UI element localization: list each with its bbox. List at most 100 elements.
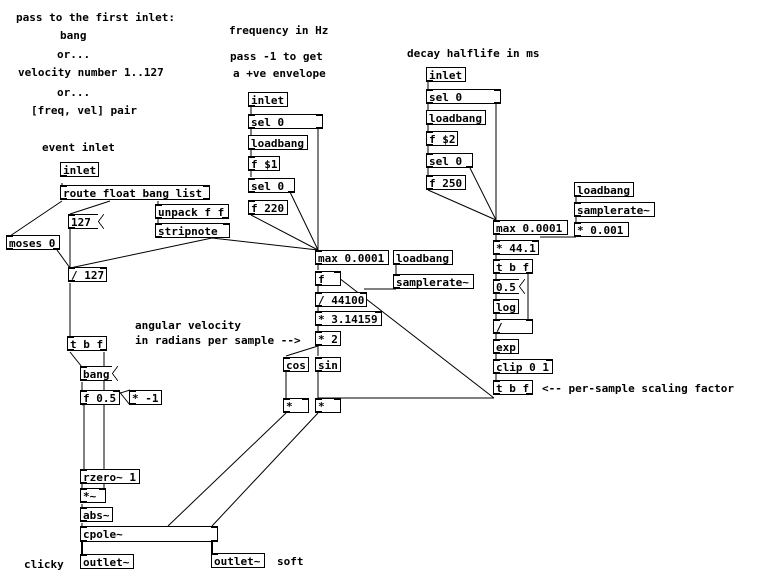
inlet-frequency[interactable]: inlet bbox=[248, 92, 288, 107]
abs-tilde[interactable]: abs~ bbox=[80, 507, 113, 522]
message-bang[interactable]: bang bbox=[80, 366, 118, 381]
pd-patch-canvas[interactable]: pass to the first inlet: bang or... velo… bbox=[0, 0, 765, 579]
inlet-port[interactable] bbox=[315, 271, 322, 273]
float-dollar1[interactable]: f $1 bbox=[248, 156, 280, 171]
multiply-44-1[interactable]: * 44.1 bbox=[493, 240, 539, 255]
route-float-bang-list[interactable]: route float bang list bbox=[60, 185, 210, 200]
message-0-5[interactable]: 0.5 bbox=[493, 279, 525, 294]
inlet-port[interactable] bbox=[211, 526, 218, 528]
inlet-port[interactable] bbox=[334, 398, 341, 400]
outlet-port[interactable] bbox=[426, 166, 433, 168]
outlet-port[interactable] bbox=[129, 403, 136, 405]
inlet-port[interactable] bbox=[316, 114, 323, 116]
multiply-signal[interactable]: *~ bbox=[80, 488, 106, 503]
inlet-port[interactable] bbox=[493, 299, 500, 301]
inlet-port[interactable] bbox=[574, 222, 581, 224]
outlet-port[interactable] bbox=[493, 393, 500, 395]
cos[interactable]: cos bbox=[283, 357, 309, 372]
log[interactable]: log bbox=[493, 299, 519, 314]
outlet-clicky[interactable]: outlet~ bbox=[80, 554, 134, 569]
loadbang-decay[interactable]: loadbang bbox=[426, 110, 486, 125]
unpack-f-f[interactable]: unpack f f bbox=[155, 204, 229, 219]
outlet-port[interactable] bbox=[526, 393, 533, 395]
inlet-port[interactable] bbox=[6, 235, 13, 237]
inlet-port[interactable] bbox=[426, 131, 433, 133]
inlet-decay[interactable]: inlet bbox=[426, 67, 466, 82]
outlet-port[interactable] bbox=[315, 263, 322, 265]
outlet-port[interactable] bbox=[574, 195, 581, 197]
inlet-port[interactable] bbox=[546, 359, 553, 361]
patch-cord[interactable] bbox=[469, 167, 497, 221]
outlet-port[interactable] bbox=[493, 372, 500, 374]
outlet-port[interactable] bbox=[574, 235, 581, 237]
inlet-port[interactable] bbox=[203, 185, 210, 187]
outlet-port[interactable] bbox=[493, 352, 500, 354]
outlet-port[interactable] bbox=[493, 292, 500, 294]
inlet-port[interactable] bbox=[80, 554, 87, 556]
inlet-port[interactable] bbox=[302, 398, 309, 400]
outlet-port[interactable] bbox=[80, 403, 87, 405]
outlet-port[interactable] bbox=[6, 248, 13, 250]
outlet-port[interactable] bbox=[426, 188, 433, 190]
inlet-port[interactable] bbox=[426, 175, 433, 177]
inlet-port[interactable] bbox=[360, 292, 367, 294]
patch-cord[interactable] bbox=[69, 237, 213, 269]
outlet-port[interactable] bbox=[426, 144, 433, 146]
inlet-port[interactable] bbox=[574, 202, 581, 204]
sin[interactable]: sin bbox=[315, 357, 341, 372]
inlet-port[interactable] bbox=[129, 390, 136, 392]
stripnote[interactable]: stripnote bbox=[155, 223, 230, 238]
inlet-port[interactable] bbox=[493, 339, 500, 341]
inlet-port[interactable] bbox=[80, 366, 87, 368]
outlet-port[interactable] bbox=[155, 217, 162, 219]
divide[interactable]: / bbox=[493, 319, 533, 334]
inlet-port[interactable] bbox=[493, 240, 500, 242]
patch-cord[interactable] bbox=[167, 412, 287, 527]
outlet-port[interactable] bbox=[248, 169, 255, 171]
patch-cord[interactable] bbox=[56, 249, 71, 269]
patch-cord[interactable] bbox=[289, 191, 319, 251]
inlet-port[interactable] bbox=[493, 380, 500, 382]
trigger-b-f-left[interactable]: t b f bbox=[67, 336, 107, 351]
divide-127[interactable]: / 127 bbox=[68, 267, 107, 282]
outlet-port[interactable] bbox=[283, 370, 290, 372]
inlet-port[interactable] bbox=[493, 259, 500, 261]
cord[interactable] bbox=[9, 200, 63, 237]
inlet-port[interactable] bbox=[494, 89, 501, 91]
outlet-port[interactable] bbox=[426, 102, 433, 104]
outlet-port[interactable] bbox=[526, 272, 533, 274]
outlet-port[interactable] bbox=[80, 540, 87, 542]
inlet-port[interactable] bbox=[99, 488, 106, 490]
inlet-port[interactable] bbox=[67, 336, 74, 338]
outlet-port[interactable] bbox=[80, 482, 87, 484]
outlet-port[interactable] bbox=[60, 198, 67, 200]
float-250[interactable]: f 250 bbox=[426, 175, 466, 190]
outlet-port[interactable] bbox=[248, 148, 255, 150]
inlet-port[interactable] bbox=[248, 178, 255, 180]
max-0-0001-freq[interactable]: max 0.0001 bbox=[315, 250, 389, 265]
outlet-port[interactable] bbox=[426, 123, 433, 125]
outlet-port[interactable] bbox=[80, 501, 87, 503]
outlet-port[interactable] bbox=[493, 272, 500, 274]
inlet-port[interactable] bbox=[493, 220, 500, 222]
multiply-0-001[interactable]: * 0.001 bbox=[574, 222, 629, 237]
inlet-port[interactable] bbox=[315, 250, 322, 252]
outlet-port[interactable] bbox=[53, 248, 60, 250]
max-0-0001-decay[interactable]: max 0.0001 bbox=[493, 220, 568, 235]
inlet-port[interactable] bbox=[68, 214, 75, 216]
inlet-port[interactable] bbox=[532, 240, 539, 242]
outlet-port[interactable] bbox=[155, 236, 162, 238]
select-0-freq[interactable]: sel 0 bbox=[248, 114, 323, 129]
patch-cord[interactable] bbox=[211, 412, 319, 527]
inlet-port[interactable] bbox=[80, 469, 87, 471]
inlet-port[interactable] bbox=[315, 331, 322, 333]
inlet-port[interactable] bbox=[426, 153, 433, 155]
inlet-port[interactable] bbox=[223, 223, 230, 225]
outlet-port[interactable] bbox=[493, 253, 500, 255]
outlet-port[interactable] bbox=[288, 191, 295, 193]
outlet-port[interactable] bbox=[493, 312, 500, 314]
inlet-port[interactable] bbox=[283, 398, 290, 400]
patch-cord[interactable] bbox=[250, 214, 319, 251]
inlet-port[interactable] bbox=[155, 223, 162, 225]
inlet-port[interactable] bbox=[493, 279, 500, 281]
